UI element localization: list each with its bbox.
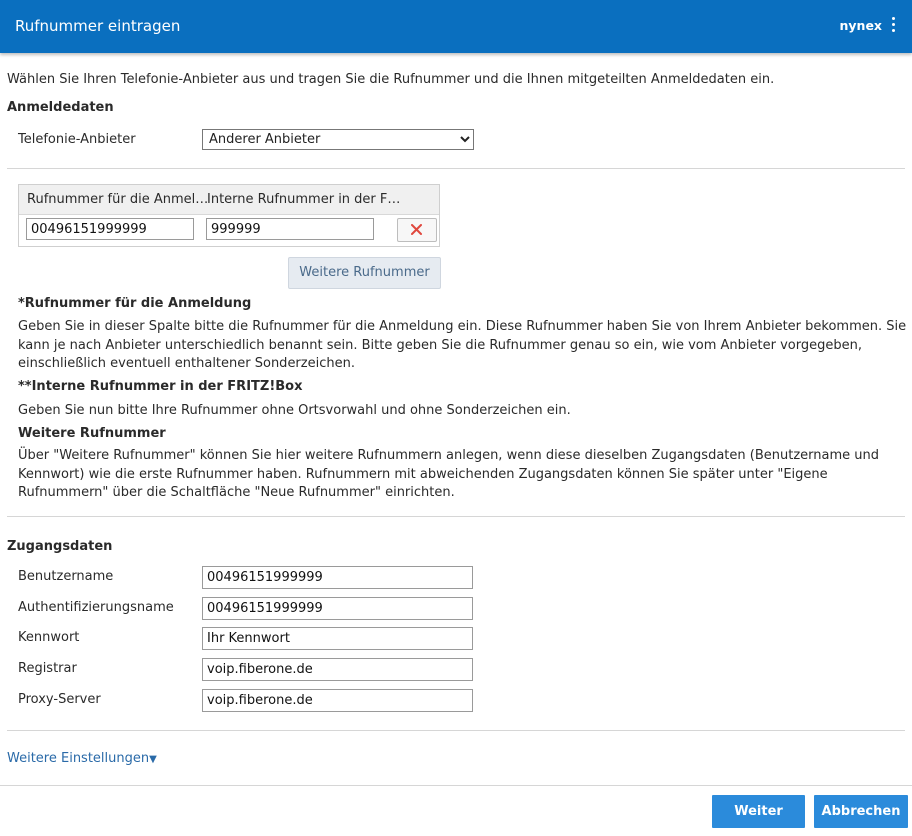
app-header: Rufnummer eintragen nynex	[0, 0, 912, 53]
login-number-input[interactable]	[26, 218, 194, 240]
column-header-login-number: Rufnummer für die Anmel…	[27, 192, 209, 207]
section-title-anmeldedaten: Anmeldedaten	[7, 100, 114, 115]
help-title-login-number: *Rufnummer für die Anmeldung	[18, 296, 252, 311]
close-icon	[411, 224, 422, 235]
add-number-button[interactable]: Weitere Rufnummer	[288, 257, 441, 289]
username-label: Benutzername	[18, 569, 114, 584]
help-text-login-number: Geben Sie in dieser Spalte bitte die Ruf…	[18, 319, 907, 371]
footer-divider	[0, 785, 912, 786]
intro-text: Wählen Sie Ihren Telefonie-Anbieter aus …	[7, 72, 775, 87]
provider-select[interactable]: Anderer Anbieter	[202, 129, 474, 150]
password-label: Kennwort	[18, 630, 80, 645]
cancel-button[interactable]: Abbrechen	[814, 795, 908, 828]
auth-name-input[interactable]	[202, 597, 473, 620]
more-vertical-icon[interactable]	[892, 17, 896, 33]
triangle-down-icon: ▼	[149, 754, 157, 765]
table-header: Rufnummer für die Anmel… Interne Rufnumm…	[19, 185, 439, 215]
proxy-server-label: Proxy-Server	[18, 692, 101, 707]
internal-number-input[interactable]	[206, 218, 374, 240]
username-input[interactable]	[202, 566, 473, 589]
help-text-more-numbers: Über "Weitere Rufnummer" können Sie hier…	[18, 448, 879, 500]
more-settings-label: Weitere Einstellungen	[7, 751, 150, 766]
more-settings-link[interactable]: Weitere Einstellungen▼	[7, 751, 157, 766]
help-title-internal-number: **Interne Rufnummer in der FRITZ!Box	[18, 379, 303, 394]
section-title-zugangsdaten: Zugangsdaten	[7, 539, 113, 554]
divider	[7, 168, 905, 169]
registrar-input[interactable]	[202, 658, 473, 681]
numbers-table: Rufnummer für die Anmel… Interne Rufnumm…	[18, 184, 440, 247]
next-button[interactable]: Weiter	[712, 795, 805, 828]
divider	[7, 516, 905, 517]
page-title: Rufnummer eintragen	[15, 17, 181, 35]
provider-label: Telefonie-Anbieter	[18, 132, 136, 147]
registrar-label: Registrar	[18, 661, 77, 676]
brand-name: nynex	[839, 18, 883, 33]
divider	[7, 730, 905, 731]
proxy-server-input[interactable]	[202, 689, 473, 712]
password-input[interactable]	[202, 627, 473, 650]
auth-name-label: Authentifizierungsname	[18, 600, 174, 615]
help-text-internal-number: Geben Sie nun bitte Ihre Rufnummer ohne …	[18, 403, 571, 418]
help-title-more-numbers: Weitere Rufnummer	[18, 426, 166, 441]
delete-row-button[interactable]	[397, 218, 437, 242]
column-header-internal-number: Interne Rufnummer in der F…	[207, 192, 401, 207]
